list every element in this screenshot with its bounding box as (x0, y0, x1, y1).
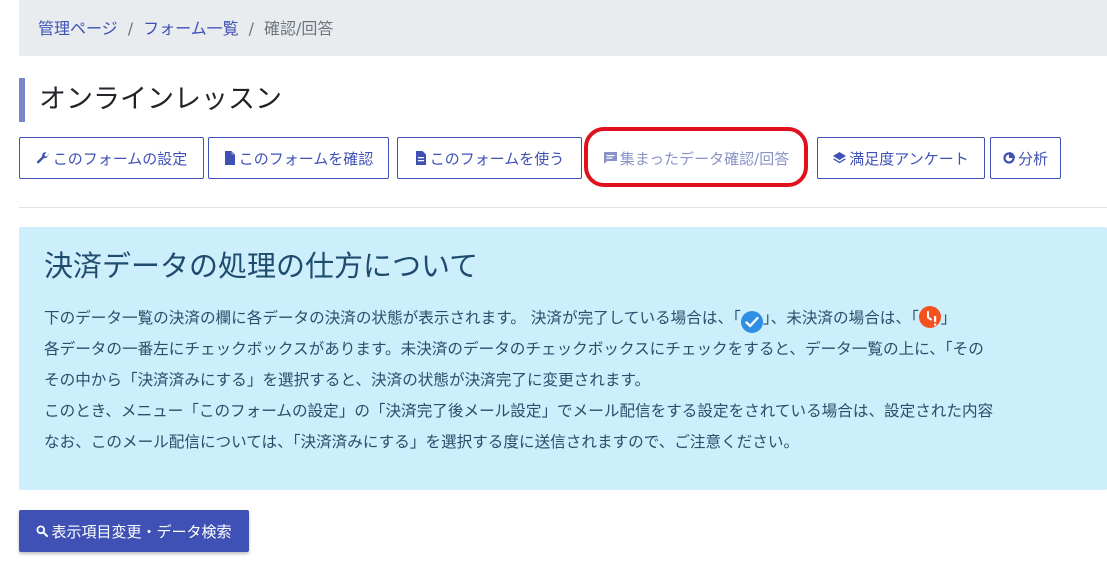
document-text-icon (415, 151, 427, 165)
info-line: なお、このメール配信については、「決済済みにする」を選択する度に送信されますので… (44, 433, 800, 451)
check-form-label: このフォームを確認 (238, 149, 374, 168)
info-text: 下のデータ一覧の決済の欄に各データの決済の状態が表示されます。 決済が完了してい… (44, 309, 741, 327)
page-title-block: オンラインレッスン (19, 78, 282, 122)
use-form-label: このフォームを使う (429, 149, 565, 168)
divider (19, 207, 1107, 208)
collected-data-label: 集まったデータ確認/回答 (619, 149, 790, 168)
analysis-button[interactable]: 分析 (990, 137, 1061, 179)
use-form-button[interactable]: このフォームを使う (397, 137, 582, 179)
comment-icon (603, 152, 617, 164)
info-line: その中から「決済済みにする」を選択すると、決済の状態が決済完了に変更されます。 (44, 371, 651, 389)
analysis-label: 分析 (1017, 149, 1048, 168)
info-text: 」、未決済の場合は、「 (762, 309, 919, 327)
page-title: オンラインレッスン (39, 84, 282, 115)
search-icon (36, 525, 49, 537)
search-button-label: 表示項目変更・データ検索 (51, 522, 232, 541)
wrench-icon (36, 151, 50, 165)
breadcrumb: 管理ページ / フォーム一覧 / 確認/回答 (19, 0, 1107, 56)
info-title: 決済データの処理の仕方について (44, 249, 479, 283)
form-settings-label: このフォームの設定 (52, 149, 188, 168)
document-icon (224, 151, 236, 165)
clock-alert-icon (918, 306, 941, 328)
info-text: 」 (940, 309, 957, 327)
layers-icon (833, 151, 847, 165)
breadcrumb-current: 確認/回答 (264, 19, 334, 38)
satisfaction-survey-label: 満足度アンケート (849, 149, 969, 168)
check-form-button[interactable]: このフォームを確認 (208, 137, 389, 179)
payment-info-alert: 決済データの処理の仕方について 下のデータ一覧の決済の欄に各データの決済の状態が… (19, 227, 1107, 490)
check-circle-icon (740, 311, 763, 333)
breadcrumb-form-list-link[interactable]: フォーム一覧 (143, 19, 239, 38)
form-settings-button[interactable]: このフォームの設定 (19, 137, 204, 179)
breadcrumb-admin-link[interactable]: 管理ページ (38, 19, 118, 38)
pie-chart-icon (1003, 152, 1015, 164)
breadcrumb-separator: / (127, 19, 134, 38)
info-line: このとき、メニュー「このフォームの設定」の「決済完了後メール設定」でメール配信を… (44, 402, 994, 420)
info-line: 各データの一番左にチェックボックスがあります。未決済のデータのチェックボックスに… (44, 340, 984, 358)
display-items-search-button[interactable]: 表示項目変更・データ検索 (19, 510, 249, 552)
collected-data-button[interactable]: 集まったデータ確認/回答 (591, 137, 802, 179)
satisfaction-survey-button[interactable]: 満足度アンケート (817, 137, 985, 179)
info-line: 下のデータ一覧の決済の欄に各データの決済の状態が表示されます。 決済が完了してい… (44, 303, 1107, 334)
breadcrumb-separator: / (248, 19, 254, 38)
